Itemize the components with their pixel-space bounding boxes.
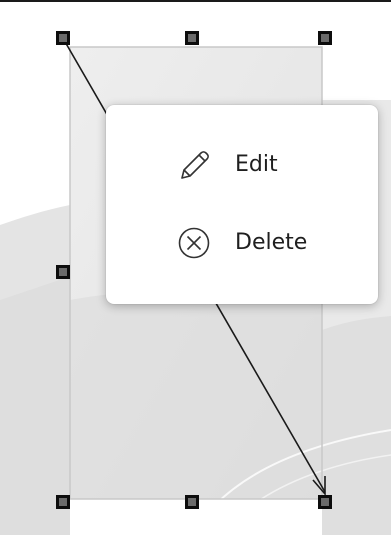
edit-label: Edit — [235, 152, 278, 177]
resize-handle-middle-left[interactable] — [56, 265, 70, 279]
arrow-head — [312, 476, 326, 497]
resize-handle-top-right[interactable] — [318, 31, 332, 45]
resize-handle-bottom-left[interactable] — [56, 495, 70, 509]
resize-handle-top-center[interactable] — [185, 31, 199, 45]
drawing-canvas[interactable]: Edit Delete — [0, 0, 391, 535]
resize-handle-bottom-right[interactable] — [318, 495, 332, 509]
resize-handle-bottom-center[interactable] — [185, 495, 199, 509]
delete-menu-item[interactable]: Delete — [106, 213, 378, 273]
circle-x-icon — [178, 227, 210, 259]
resize-handle-top-left[interactable] — [56, 31, 70, 45]
edit-menu-item[interactable]: Edit — [106, 135, 378, 195]
context-menu: Edit Delete — [106, 105, 378, 304]
delete-label: Delete — [235, 230, 308, 255]
pencil-icon — [181, 151, 209, 179]
